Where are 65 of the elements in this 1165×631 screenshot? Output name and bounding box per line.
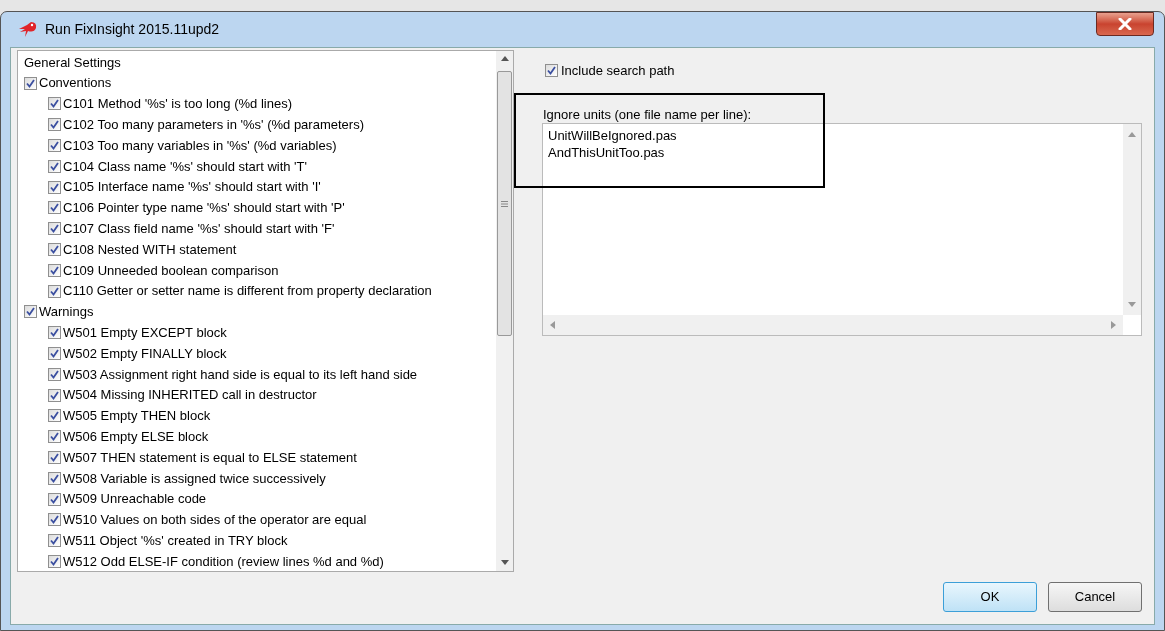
tree-item[interactable]: Conventions — [39, 73, 112, 93]
checkbox[interactable] — [48, 201, 61, 215]
scroll-thumb[interactable] — [497, 71, 512, 336]
tree-item[interactable]: W506 Empty ELSE block — [63, 427, 209, 447]
checkbox[interactable] — [48, 430, 61, 444]
checkbox[interactable] — [48, 284, 61, 298]
scroll-down-icon[interactable] — [500, 560, 509, 565]
checkbox[interactable] — [48, 180, 61, 194]
tree-item[interactable]: C107 Class field name '%s' should start with 'F' — [63, 219, 335, 239]
checkbox[interactable] — [48, 243, 61, 257]
checkbox[interactable] — [48, 222, 61, 236]
checkbox[interactable] — [48, 347, 61, 361]
ignore-units-label: Ignore units (one file name per line): — [543, 105, 753, 121]
dialog-button[interactable]: OK — [943, 582, 1037, 612]
dialog-button[interactable]: Cancel — [1048, 582, 1142, 612]
tree-item[interactable]: C110 Getter or setter name is different from property declaration — [63, 281, 432, 301]
tree-item[interactable]: W501 Empty EXCEPT block — [63, 323, 227, 343]
checkbox[interactable] — [48, 118, 61, 132]
tree-item[interactable]: C102 Too many parameters in '%s' (%d parameters) — [63, 115, 364, 135]
tree-item[interactable]: C103 Too many variables in '%s' (%d variables) — [63, 135, 337, 156]
tree-item[interactable]: C101 Method '%s' is too long (%d lines) — [63, 94, 292, 114]
checkbox[interactable] — [48, 367, 61, 381]
tree-item[interactable]: C109 Unneeded boolean comparison — [63, 260, 279, 281]
close-button[interactable] — [1096, 12, 1154, 36]
tree-item[interactable]: General Settings — [24, 52, 121, 73]
window-title: Run FixInsight 2015.11upd2 — [45, 20, 220, 39]
tree-item[interactable]: C108 Nested WITH statement — [63, 239, 237, 260]
tree-item[interactable]: W512 Odd ELSE-IF condition (review lines %d and %d) — [63, 551, 384, 572]
tree-item[interactable]: W509 Unreachable code — [63, 489, 207, 509]
scrollbar[interactable] — [496, 51, 513, 571]
grip-icon — [501, 200, 508, 207]
tree-item[interactable]: Warnings — [39, 302, 94, 322]
tree-item[interactable]: W507 THEN statement is equal to ELSE statement — [63, 447, 357, 468]
include-search-path-checkbox[interactable]: Include search path — [545, 61, 675, 81]
tree-item[interactable]: W505 Empty THEN block — [63, 406, 211, 426]
checkbox[interactable] — [48, 471, 61, 485]
checkbox[interactable] — [48, 326, 61, 340]
checkbox[interactable] — [48, 451, 61, 465]
checkbox[interactable] — [24, 76, 37, 90]
tree-item[interactable]: W503 Assignment right hand side is equal to its left hand side — [63, 364, 418, 385]
tree-item[interactable]: W511 Object '%s' created in TRY block — [63, 530, 288, 551]
tree-item[interactable]: C106 Pointer type name '%s' should start with 'P' — [63, 198, 345, 218]
tree-item[interactable]: C105 Interface name '%s' should start with 'I' — [63, 177, 321, 197]
checkbox[interactable] — [48, 139, 61, 153]
checkbox[interactable] — [48, 159, 61, 173]
text-line: UnitWillBeIgnored.pas — [548, 126, 677, 144]
checkbox[interactable] — [48, 534, 61, 548]
tree-item[interactable]: C104 Class name '%s' should start with 'T' — [63, 156, 308, 177]
tree-item[interactable]: W508 Variable is assigned twice successively — [63, 468, 326, 489]
checkbox[interactable] — [545, 64, 558, 78]
checkbox[interactable] — [48, 409, 61, 423]
checkbox[interactable] — [48, 388, 61, 402]
scroll-up-icon[interactable] — [500, 56, 509, 61]
checkbox[interactable] — [48, 555, 61, 568]
checkbox[interactable] — [48, 513, 61, 527]
tree-item[interactable]: W504 Missing INHERITED call in destructor — [63, 385, 317, 405]
text-line: AndThisUnitToo.pas — [548, 143, 665, 161]
close-icon — [1118, 18, 1132, 30]
ignore-units-field[interactable]: UnitWillBeIgnored.pas AndThisUnitToo.pas — [542, 122, 1142, 336]
checkbox[interactable] — [48, 492, 61, 506]
tree-item[interactable]: W502 Empty FINALLY block — [63, 343, 227, 364]
checkbox[interactable] — [48, 263, 61, 277]
checkbox[interactable] — [24, 305, 37, 319]
checkbox[interactable] — [48, 97, 61, 111]
tree-item[interactable]: W510 Values on both sides of the operator are equal — [63, 510, 367, 530]
